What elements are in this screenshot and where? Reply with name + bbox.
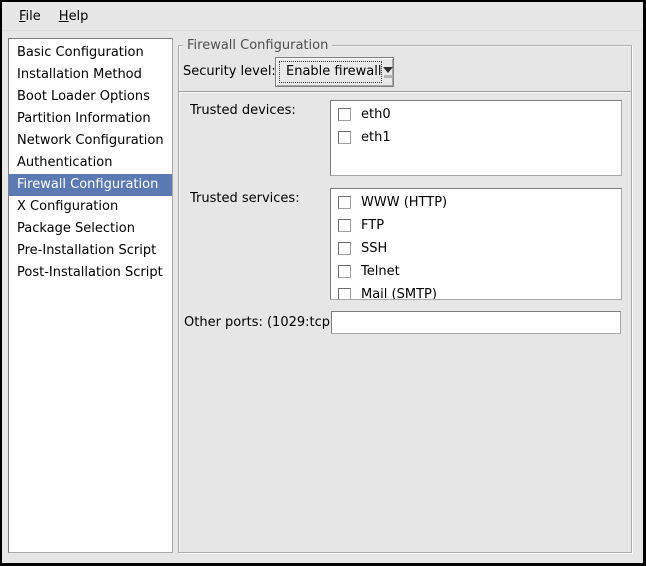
trusted-devices-label: Trusted devices:	[190, 100, 296, 122]
checkbox-label: Telnet	[361, 264, 400, 279]
service-row-telnet[interactable]: Telnet	[331, 260, 621, 283]
service-row-www[interactable]: WWW (HTTP)	[331, 191, 621, 214]
menu-help-label: elp	[69, 9, 89, 24]
sidebar-item-firewall-configuration[interactable]: Firewall Configuration	[9, 174, 172, 196]
group-title: Firewall Configuration	[183, 37, 332, 54]
section-separator	[179, 91, 631, 93]
checkbox[interactable]	[338, 265, 351, 278]
checkbox-label: SSH	[361, 241, 387, 256]
security-level-select[interactable]: Enable firewall	[275, 57, 394, 87]
menu-help[interactable]: Help	[50, 5, 98, 28]
sidebar-item-x-configuration[interactable]: X Configuration	[9, 196, 172, 218]
other-ports-label: Other ports: (1029:tcp)	[184, 311, 335, 334]
sidebar-item-pre-installation-script[interactable]: Pre-Installation Script	[9, 240, 172, 262]
sidebar-item-installation-method[interactable]: Installation Method	[9, 64, 172, 86]
sidebar-item-network-configuration[interactable]: Network Configuration	[9, 130, 172, 152]
menu-help-accel: H	[59, 9, 69, 24]
trusted-services-list: WWW (HTTP) FTP SSH Telnet Mail (SMTP)	[330, 188, 622, 300]
menu-file-label: ile	[26, 9, 41, 24]
sidebar-item-post-installation-script[interactable]: Post-Installation Script	[9, 262, 172, 284]
checkbox[interactable]	[338, 288, 351, 300]
security-level-label: Security level:	[183, 57, 276, 87]
checkbox[interactable]	[338, 219, 351, 232]
sidebar-item-basic-configuration[interactable]: Basic Configuration	[9, 42, 172, 64]
menubar: File Help	[2, 2, 643, 31]
trusted-services-label: Trusted services:	[190, 188, 300, 210]
device-row-eth0[interactable]: eth0	[331, 103, 621, 126]
service-row-mail[interactable]: Mail (SMTP)	[331, 283, 621, 300]
kickstart-configurator-window: File Help Basic Configuration Installati…	[0, 0, 646, 566]
checkbox[interactable]	[338, 196, 351, 209]
menu-file[interactable]: File	[10, 5, 50, 28]
sidebar-item-authentication[interactable]: Authentication	[9, 152, 172, 174]
checkbox-label: eth1	[361, 130, 391, 145]
service-row-ftp[interactable]: FTP	[331, 214, 621, 237]
checkbox[interactable]	[338, 242, 351, 255]
checkbox-label: WWW (HTTP)	[361, 195, 447, 210]
checkbox-label: eth0	[361, 107, 391, 122]
trusted-devices-list: eth0 eth1	[330, 100, 622, 176]
other-ports-input[interactable]	[331, 311, 621, 334]
sidebar-item-boot-loader-options[interactable]: Boot Loader Options	[9, 86, 172, 108]
sidebar-item-package-selection[interactable]: Package Selection	[9, 218, 172, 240]
sidebar-item-partition-information[interactable]: Partition Information	[9, 108, 172, 130]
chevron-down-icon	[383, 58, 393, 86]
service-row-ssh[interactable]: SSH	[331, 237, 621, 260]
security-level-value: Enable firewall	[279, 61, 382, 83]
device-row-eth1[interactable]: eth1	[331, 126, 621, 149]
section-list: Basic Configuration Installation Method …	[8, 38, 173, 553]
checkbox-label: Mail (SMTP)	[361, 287, 437, 300]
checkbox[interactable]	[338, 108, 351, 121]
checkbox-label: FTP	[361, 218, 384, 233]
checkbox[interactable]	[338, 131, 351, 144]
firewall-configuration-group: Firewall Configuration Security level: E…	[178, 45, 632, 553]
